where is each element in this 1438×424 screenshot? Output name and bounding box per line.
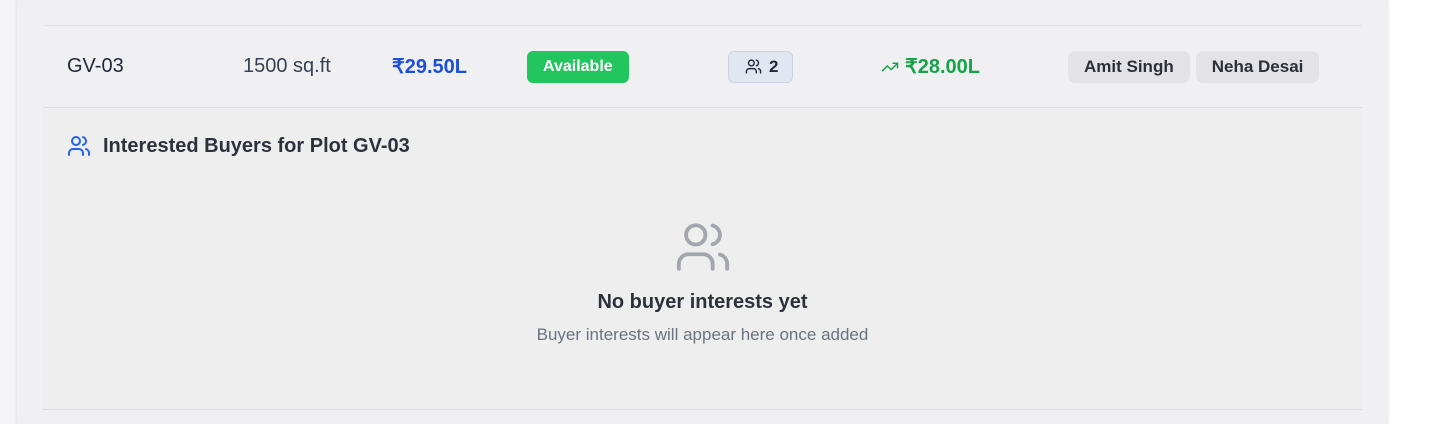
trending-up-icon [881,62,899,71]
best-offer-cell: ₹28.00L [881,26,980,107]
interest-count: 2 [769,56,779,76]
plot-id: GV-03 [67,55,124,77]
users-icon [68,136,90,156]
agent-tag[interactable]: Amit Singh [1068,50,1190,83]
status-badge: Available [527,50,629,83]
panel-header: Interested Buyers for Plot GV-03 [67,134,410,158]
page: GV-03 1500 sq.ft ₹29.50L Available 2 ₹28… [0,0,1438,424]
empty-state-subtitle: Buyer interests will appear here once ad… [536,325,869,344]
status-cell: Available [527,26,629,107]
plot-area: 1500 sq.ft [243,55,331,77]
right-margin [1388,0,1438,424]
plot-price: ₹29.50L [392,56,467,78]
agents-cell: Amit Singh Neha Desai [1068,26,1320,107]
interested-buyers-panel: Interested Buyers for Plot GV-03 No buye… [43,108,1362,410]
interest-count-button[interactable]: 2 [728,50,794,83]
interest-cell: 2 [728,26,794,107]
best-offer-value: ₹28.00L [905,56,980,78]
empty-state: No buyer interests yet Buyer interests w… [43,218,1362,345]
agent-tag[interactable]: Neha Desai [1195,50,1320,83]
users-icon [745,59,762,74]
plot-row[interactable]: GV-03 1500 sq.ft ₹29.50L Available 2 ₹28… [43,26,1362,108]
empty-state-title: No buyer interests yet [597,291,808,313]
users-icon [676,223,729,271]
panel-title: Interested Buyers for Plot GV-03 [103,134,410,157]
